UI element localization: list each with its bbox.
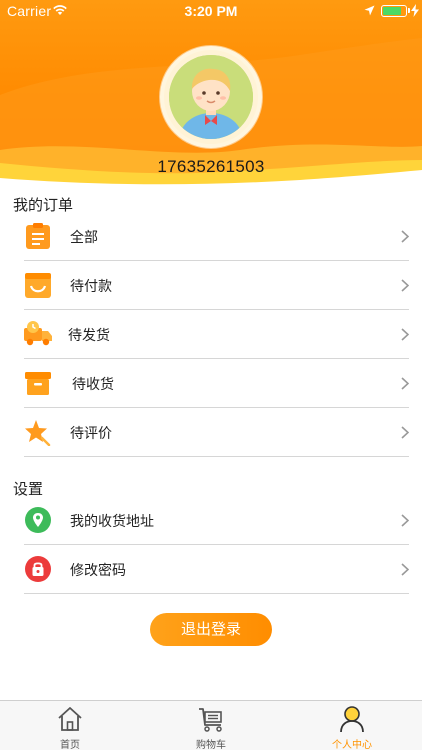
chevron-right-icon xyxy=(401,514,409,527)
chevron-right-icon xyxy=(401,426,409,439)
user-phone-number: 17635261503 xyxy=(157,157,265,176)
star-review-icon xyxy=(25,420,51,446)
order-row-pending-payment[interactable]: 待付款 xyxy=(24,261,409,310)
settings-row-label: 我的收货地址 xyxy=(70,513,154,529)
tab-label: 个人中心 xyxy=(332,740,372,750)
tab-label: 购物车 xyxy=(196,740,226,750)
location-pin-icon xyxy=(25,507,51,533)
tab-home[interactable]: 首页 xyxy=(20,701,120,750)
tab-label: 首页 xyxy=(60,740,80,750)
chevron-right-icon xyxy=(401,279,409,292)
order-row-label: 待评价 xyxy=(70,425,112,441)
tab-profile[interactable]: 个人中心 xyxy=(302,701,402,750)
chevron-right-icon xyxy=(401,230,409,243)
clipboard-icon xyxy=(26,223,50,249)
lock-icon xyxy=(25,556,51,582)
chevron-right-icon xyxy=(401,377,409,390)
order-row-pending-review[interactable]: 待评价 xyxy=(24,408,409,457)
battery-tip xyxy=(408,8,410,13)
package-box-icon xyxy=(25,372,51,395)
bottom-tab-bar: 首页 购物车 个人中心 xyxy=(0,700,422,750)
wallet-icon xyxy=(25,273,51,298)
chevron-right-icon xyxy=(401,328,409,341)
delivery-truck-icon xyxy=(24,321,52,346)
home-icon xyxy=(58,707,82,731)
order-row-label: 待付款 xyxy=(70,278,112,294)
settings-row-change-password[interactable]: 修改密码 xyxy=(24,545,409,594)
battery-icon xyxy=(381,5,407,17)
cart-icon xyxy=(199,708,222,732)
chevron-right-icon xyxy=(401,563,409,576)
order-row-pending-shipment[interactable]: 待发货 xyxy=(24,310,409,359)
avatar[interactable] xyxy=(169,55,253,139)
avatar-illustration-icon xyxy=(169,55,253,139)
settings-row-address[interactable]: 我的收货地址 xyxy=(24,496,409,545)
order-row-label: 待发货 xyxy=(68,327,110,343)
tab-cart[interactable]: 购物车 xyxy=(161,701,261,750)
clock-time: 3:20 PM xyxy=(184,3,238,19)
settings-row-label: 修改密码 xyxy=(70,562,126,578)
logout-button[interactable]: 退出登录 xyxy=(150,613,272,646)
user-icon xyxy=(340,706,364,733)
charging-bolt-icon xyxy=(411,4,419,17)
order-row-all[interactable]: 全部 xyxy=(24,212,409,261)
order-row-pending-receipt[interactable]: 待收货 xyxy=(24,359,409,408)
status-bar: Carrier 3:20 PM xyxy=(0,0,422,22)
avatar-frame[interactable] xyxy=(160,46,262,148)
profile-header: Carrier 3:20 PM 17635261503 xyxy=(0,0,422,186)
order-row-label: 全部 xyxy=(70,229,98,245)
location-arrow-icon xyxy=(364,5,375,16)
order-row-label: 待收货 xyxy=(72,376,114,392)
